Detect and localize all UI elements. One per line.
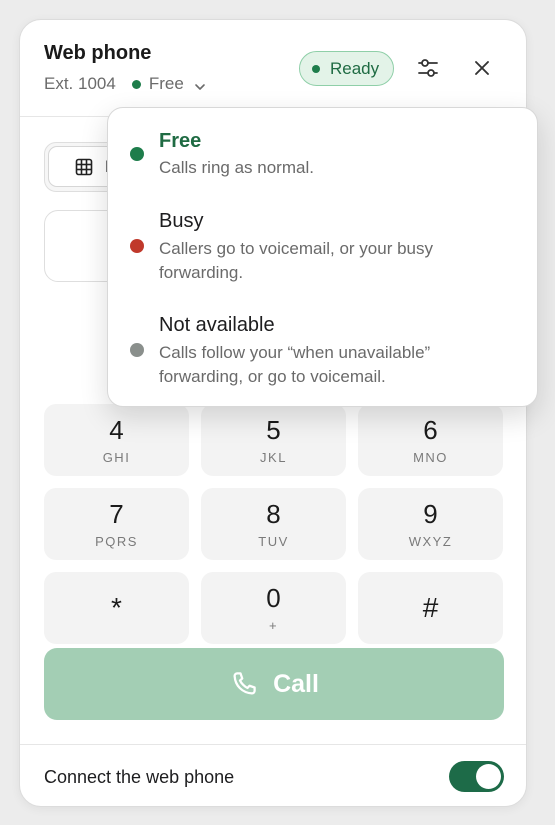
key-digit: 8	[266, 498, 281, 529]
status-option-desc: Calls follow your “when unavailable” for…	[159, 343, 431, 386]
ready-dot-icon	[312, 64, 320, 73]
key-letters: PQRS	[95, 533, 138, 549]
keypad-grid-icon	[75, 158, 93, 175]
key-digit: 5	[266, 414, 281, 445]
key-letters: +	[268, 617, 279, 633]
toggle-knob	[476, 764, 501, 789]
key-5[interactable]: 5 JKL	[201, 404, 346, 476]
call-label: Call	[273, 669, 319, 698]
chevron-down-icon	[194, 78, 206, 90]
key-letters: MNO	[413, 449, 448, 465]
key-digit: *	[111, 592, 122, 623]
status-option-label: Busy	[159, 210, 204, 232]
status-dropdown: Free Calls ring as normal. Busy Callers …	[107, 107, 538, 407]
key-4[interactable]: 4 GHI	[44, 404, 189, 476]
key-9[interactable]: 9 WXYZ	[358, 488, 503, 560]
call-button[interactable]: Call	[44, 648, 504, 720]
key-hash[interactable]: #	[358, 572, 503, 644]
key-0[interactable]: 0 +	[201, 572, 346, 644]
extension-label: Ext. 1004	[44, 74, 116, 93]
panel-title: Web phone	[44, 42, 152, 64]
connect-toggle[interactable]	[449, 761, 504, 792]
key-digit: 9	[423, 498, 438, 529]
key-digit: #	[422, 592, 439, 623]
key-letters: GHI	[102, 449, 131, 465]
key-digit: 6	[423, 414, 438, 445]
connect-label: Connect the web phone	[44, 767, 235, 787]
status-option-label: Not available	[159, 314, 275, 336]
phone-icon	[233, 672, 256, 695]
sliders-icon	[418, 59, 438, 77]
key-star[interactable]: *	[44, 572, 189, 644]
ready-label: Ready	[330, 58, 380, 78]
status-option-not-available[interactable]: Not available Calls follow your “when un…	[108, 314, 537, 394]
header: Web phone Ext. 1004 Free Ready	[20, 20, 526, 117]
status-unavailable-dot-icon	[130, 343, 144, 357]
key-6[interactable]: 6 MNO	[358, 404, 503, 476]
status-option-free[interactable]: Free Calls ring as normal.	[108, 130, 537, 200]
key-digit: 0	[266, 582, 281, 613]
key-digit: 4	[109, 414, 124, 445]
status-option-desc: Callers go to voicemail, or your busy fo…	[159, 239, 434, 282]
footer: Connect the web phone	[20, 744, 526, 806]
settings-button[interactable]	[414, 54, 442, 82]
close-icon	[475, 61, 489, 75]
key-digit: 7	[109, 498, 124, 529]
key-letters: WXYZ	[408, 533, 453, 549]
key-letters: JKL	[260, 449, 287, 465]
status-selector[interactable]: Ext. 1004 Free	[44, 74, 206, 94]
status-free-dot-icon	[130, 147, 144, 161]
close-button[interactable]	[468, 54, 496, 82]
key-7[interactable]: 7 PQRS	[44, 488, 189, 560]
key-8[interactable]: 8 TUV	[201, 488, 346, 560]
status-option-busy[interactable]: Busy Callers go to voicemail, or your bu…	[108, 210, 537, 290]
status-dot-icon	[131, 79, 141, 89]
ready-badge: Ready	[299, 51, 395, 86]
status-option-label: Free	[159, 130, 202, 152]
status-busy-dot-icon	[130, 239, 144, 253]
status-option-desc: Calls ring as normal.	[159, 158, 314, 177]
status-label: Free	[148, 74, 184, 93]
key-letters: TUV	[258, 533, 289, 549]
